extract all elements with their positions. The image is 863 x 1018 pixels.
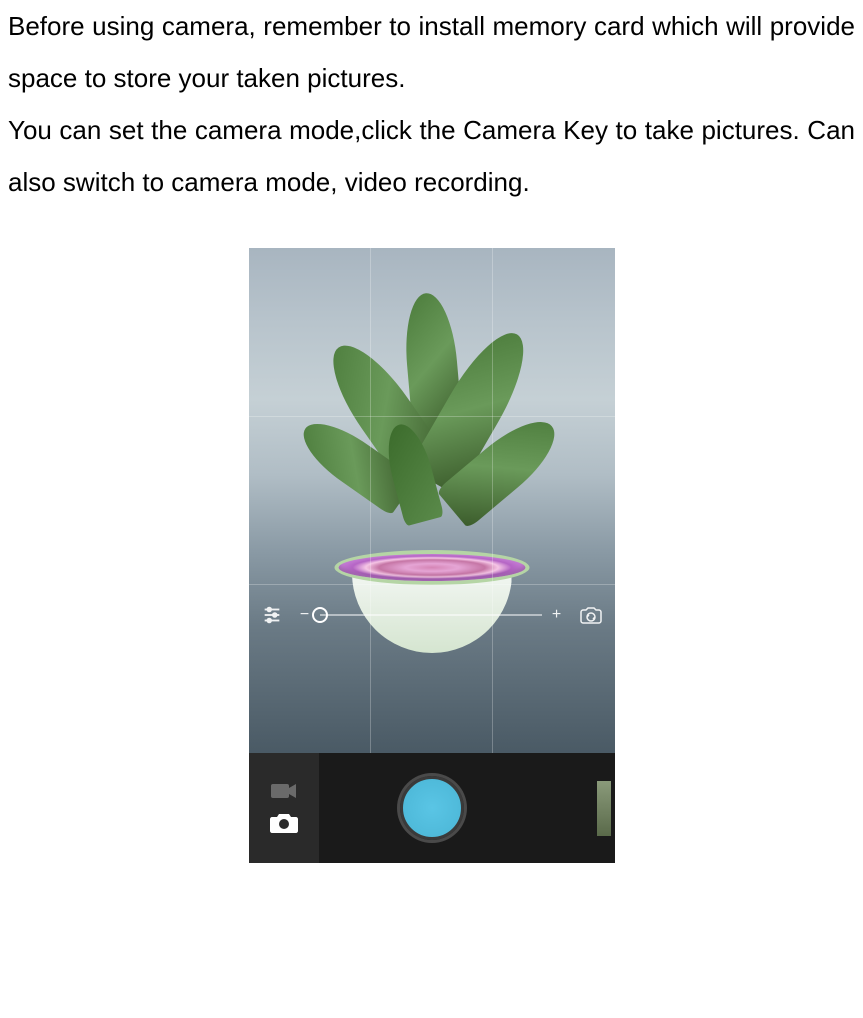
switch-camera-icon[interactable]: [579, 605, 603, 625]
zoom-out-label: −: [298, 606, 312, 624]
mode-toggle[interactable]: [249, 753, 319, 863]
screenshot-wrapper: − +: [0, 248, 863, 863]
zoom-in-label: +: [550, 606, 564, 624]
viewfinder-controls: − +: [249, 595, 615, 635]
zoom-thumb[interactable]: [312, 607, 328, 623]
camera-viewfinder[interactable]: − +: [249, 248, 615, 753]
paragraph-2: You can set the camera mode,click the Ca…: [8, 104, 855, 208]
composition-grid: [249, 248, 615, 753]
shutter-button[interactable]: [400, 776, 464, 840]
camera-bottom-bar: [249, 753, 615, 863]
paragraph-1: Before using camera, remember to install…: [8, 0, 855, 104]
photo-mode-icon[interactable]: [270, 812, 298, 834]
document-text: Before using camera, remember to install…: [0, 0, 863, 208]
last-photo-thumbnail[interactable]: [597, 781, 611, 836]
camera-app-screenshot: − +: [249, 248, 615, 863]
zoom-slider[interactable]: − +: [298, 606, 564, 624]
zoom-track[interactable]: [320, 614, 542, 616]
shutter-area: [319, 776, 545, 840]
video-mode-icon[interactable]: [271, 782, 297, 800]
settings-icon[interactable]: [261, 604, 283, 626]
gallery-thumbnail-area[interactable]: [545, 753, 615, 863]
